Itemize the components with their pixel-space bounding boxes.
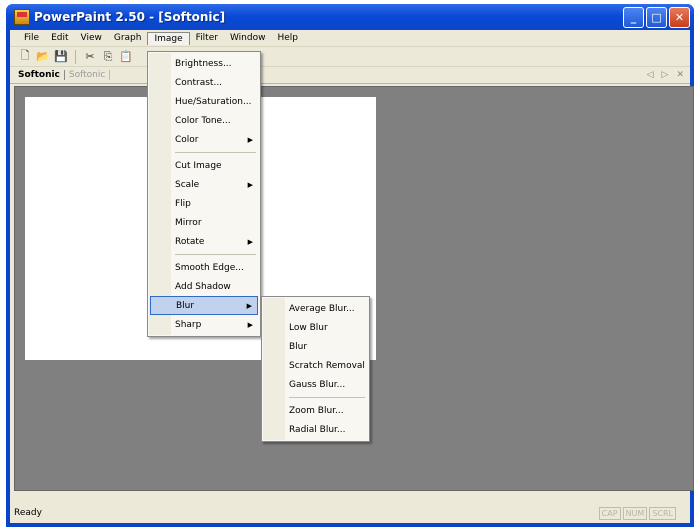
blur-menu-item[interactable]: Radial Blur... xyxy=(264,420,367,439)
minimize-button[interactable]: _ xyxy=(623,6,644,28)
tab-close-icon[interactable]: ✕ xyxy=(676,70,684,80)
submenu-arrow-icon: ▶ xyxy=(246,301,252,310)
status-bar: Ready CAP NUM SCRL xyxy=(10,503,690,523)
menu-separator xyxy=(175,254,256,255)
menu-item-label: Smooth Edge... xyxy=(175,262,244,273)
menu-item-label: Color xyxy=(175,134,199,145)
new-file-icon[interactable]: 🗋 xyxy=(18,49,32,64)
image-menu-item[interactable]: Flip xyxy=(150,194,258,213)
tab-softonic-active[interactable]: Softonic xyxy=(14,70,65,80)
menu-item-label: Color Tone... xyxy=(175,115,231,126)
menu-item-label: Contrast... xyxy=(175,77,223,88)
menu-help[interactable]: Help xyxy=(271,32,304,44)
image-menu-item[interactable]: Smooth Edge... xyxy=(150,258,258,277)
menu-item-label: Blur xyxy=(176,300,195,311)
tab-next-icon[interactable]: ▷ xyxy=(662,70,669,80)
menu-item-label: Mirror xyxy=(175,217,202,228)
menu-item-label: Sharp xyxy=(175,319,202,330)
menu-item-label: Cut Image xyxy=(175,160,222,171)
menu-file[interactable]: File xyxy=(18,32,45,44)
menu-separator xyxy=(175,152,256,153)
toolbar: 🗋 📂 💾 ✂ ⎘ 📋 xyxy=(10,47,690,67)
maximize-button[interactable]: □ xyxy=(646,6,667,28)
menu-image[interactable]: Image xyxy=(147,31,190,45)
image-menu-item[interactable]: Color Tone... xyxy=(150,111,258,130)
app-icon xyxy=(14,9,30,25)
status-text: Ready xyxy=(14,508,42,518)
image-menu-item[interactable]: Blur ▶ xyxy=(150,296,258,315)
menu-item-label: Radial Blur... xyxy=(289,424,346,435)
scroll-indicator: SCRL xyxy=(649,506,676,520)
blur-menu-item[interactable]: Gauss Blur... xyxy=(264,375,367,394)
paste-icon[interactable]: 📋 xyxy=(119,50,133,64)
tab-prev-icon[interactable]: ◁ xyxy=(647,70,654,80)
image-menu: Brightness... Contrast... Hue/Saturation..… xyxy=(147,51,261,337)
blur-menu-item[interactable]: Blur xyxy=(264,337,367,356)
image-menu-item[interactable]: Contrast... xyxy=(150,73,258,92)
menu-filter[interactable]: Filter xyxy=(190,32,224,44)
num-indicator: NUM xyxy=(622,506,648,520)
menu-item-label: Scale xyxy=(175,179,200,190)
submenu-arrow-icon: ▶ xyxy=(247,237,253,246)
client-area: File Edit View Graph Image Filter Window… xyxy=(10,30,694,523)
menu-view[interactable]: View xyxy=(75,32,108,44)
image-menu-item[interactable]: Sharp ▶ xyxy=(150,315,258,334)
menu-item-label: Zoom Blur... xyxy=(289,405,344,416)
menu-item-label: Flip xyxy=(175,198,191,209)
menu-edit[interactable]: Edit xyxy=(45,32,74,44)
image-menu-item[interactable]: Mirror xyxy=(150,213,258,232)
menu-item-label: Hue/Saturation... xyxy=(175,96,252,107)
toolbar-separator xyxy=(75,49,76,64)
image-menu-item[interactable]: Color ▶ xyxy=(150,130,258,149)
blur-submenu: Average Blur... Low Blur Blur Scratch Remov… xyxy=(261,296,370,442)
menu-item-label: Scratch Removal xyxy=(289,360,365,371)
caps-indicator: CAP xyxy=(598,506,621,520)
submenu-arrow-icon: ▶ xyxy=(247,180,253,189)
menu-item-label: Gauss Blur... xyxy=(289,379,346,390)
document-tabs: Softonic Softonic ◁ ▷ ✕ xyxy=(10,67,690,84)
app-window: PowerPaint 2.50 - [Softonic] _ □ ✕ File … xyxy=(6,4,694,527)
tab-softonic[interactable]: Softonic xyxy=(65,70,111,80)
blur-menu-item[interactable]: Zoom Blur... xyxy=(264,401,367,420)
open-folder-icon[interactable]: 📂 xyxy=(36,50,50,64)
blur-menu-item[interactable]: Average Blur... xyxy=(264,299,367,318)
close-button[interactable]: ✕ xyxy=(669,6,690,28)
title-bar: PowerPaint 2.50 - [Softonic] _ □ ✕ xyxy=(6,4,694,30)
image-menu-item[interactable]: Hue/Saturation... xyxy=(150,92,258,111)
save-icon[interactable]: 💾 xyxy=(54,50,68,64)
menu-item-label: Blur xyxy=(289,341,308,352)
menu-bar: File Edit View Graph Image Filter Window… xyxy=(10,30,690,47)
copy-icon[interactable]: ⎘ xyxy=(101,50,115,64)
image-menu-item[interactable]: Brightness... xyxy=(150,54,258,73)
menu-item-label: Brightness... xyxy=(175,58,232,69)
menu-window[interactable]: Window xyxy=(224,32,272,44)
menu-item-label: Average Blur... xyxy=(289,303,355,314)
menu-item-label: Add Shadow xyxy=(175,281,231,292)
menu-item-label: Rotate xyxy=(175,236,205,247)
blur-menu-item[interactable]: Scratch Removal xyxy=(264,356,367,375)
blur-menu-item[interactable]: Low Blur xyxy=(264,318,367,337)
cut-icon[interactable]: ✂ xyxy=(83,50,97,64)
menu-graph[interactable]: Graph xyxy=(108,32,148,44)
image-menu-item[interactable]: Rotate ▶ xyxy=(150,232,258,251)
image-menu-item[interactable]: Cut Image xyxy=(150,156,258,175)
image-menu-item[interactable]: Add Shadow xyxy=(150,277,258,296)
submenu-arrow-icon: ▶ xyxy=(247,135,253,144)
menu-separator xyxy=(289,397,365,398)
menu-item-label: Low Blur xyxy=(289,322,328,333)
image-menu-item[interactable]: Scale ▶ xyxy=(150,175,258,194)
submenu-arrow-icon: ▶ xyxy=(247,320,253,329)
window-title: PowerPaint 2.50 - [Softonic] xyxy=(34,10,226,24)
